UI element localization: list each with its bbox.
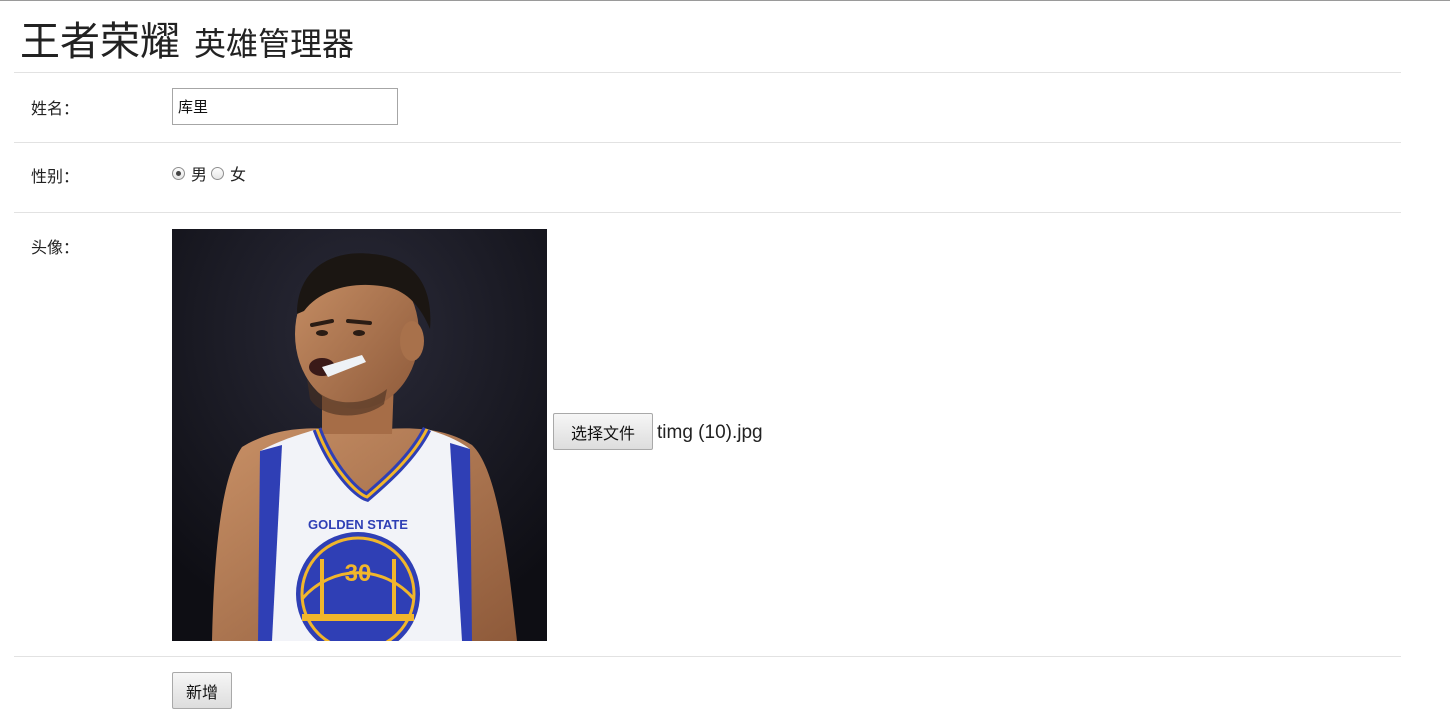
title-sub: 英雄管理器 <box>194 25 355 63</box>
divider <box>14 72 1401 73</box>
gender-label: 性别： <box>31 167 80 186</box>
gender-male-label: 男 <box>191 165 208 184</box>
add-button[interactable]: 新增 <box>172 672 232 709</box>
name-input[interactable] <box>172 88 398 125</box>
avatar-label: 头像： <box>31 238 80 257</box>
gender-radio-group: 男 女 <box>172 162 250 184</box>
gender-female-radio[interactable] <box>211 166 225 180</box>
title-main: 王者荣耀 <box>20 19 180 65</box>
divider <box>14 212 1401 213</box>
divider <box>14 656 1401 657</box>
gender-female-label: 女 <box>230 165 247 184</box>
divider <box>14 142 1401 143</box>
jersey-text: GOLDEN STATE <box>308 517 408 532</box>
jersey-number: 30 <box>345 560 372 587</box>
name-label: 姓名： <box>31 99 80 118</box>
avatar-image: 30 GOLDEN STATE <box>172 229 547 641</box>
choose-file-button[interactable]: 选择文件 <box>553 413 653 450</box>
gender-male-radio[interactable] <box>172 166 185 180</box>
selected-file-name: timg (10).jpg <box>657 422 763 443</box>
page-title: 王者荣耀 英雄管理器 <box>20 9 354 69</box>
